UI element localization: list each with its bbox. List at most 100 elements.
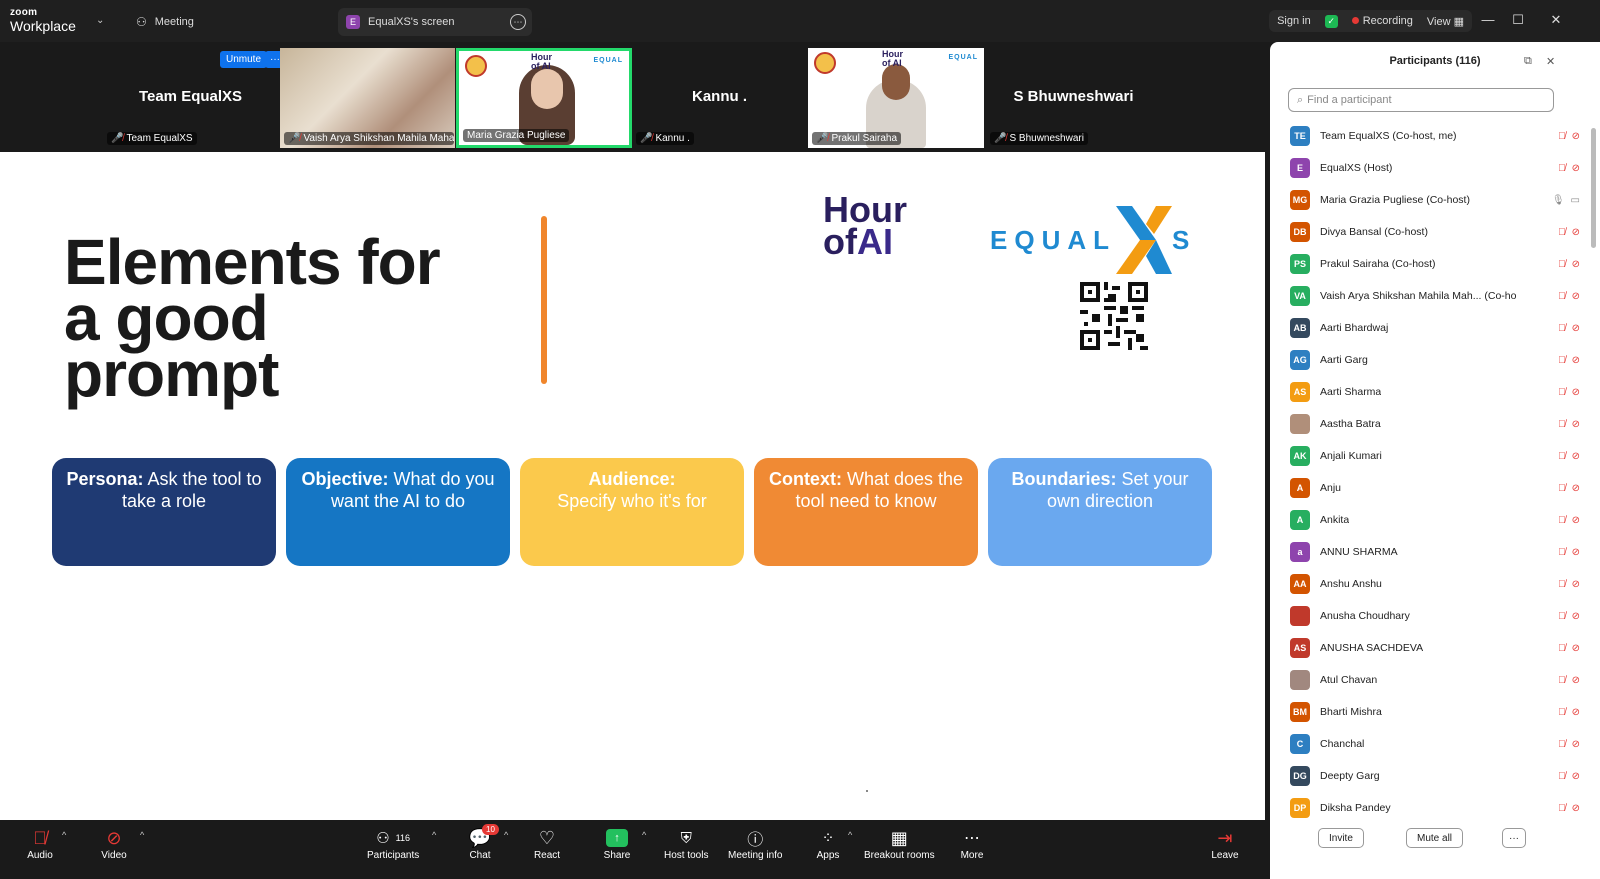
participant-status-icons: 🎙̸ ⊘ <box>1558 387 1580 398</box>
breakout-rooms-button[interactable]: ▦ Breakout rooms <box>864 826 935 862</box>
search-placeholder: Find a participant <box>1307 94 1392 106</box>
chat-badge: 10 <box>482 824 499 835</box>
shield-icon[interactable]: ✓ <box>1324 14 1338 28</box>
participants-caret-icon[interactable]: ^ <box>432 830 436 840</box>
chevron-down-icon[interactable]: ⌄ <box>96 15 104 26</box>
avatar: AK <box>1290 446 1310 466</box>
view-button[interactable]: View ▦ <box>1427 15 1464 28</box>
mic-off-icon: 🎙̸ <box>1558 322 1566 334</box>
participant-row[interactable]: AG Aarti Garg 🎙̸ ⊘ <box>1270 344 1600 376</box>
host-tools-button[interactable]: ⛨ Host tools <box>664 826 708 862</box>
apps-caret-icon[interactable]: ^ <box>848 830 852 840</box>
participant-row[interactable]: AK Anjali Kumari 🎙̸ ⊘ <box>1270 440 1600 472</box>
participants-button[interactable]: ⚇ 116 Participants <box>367 826 419 861</box>
panel-more-button[interactable]: ··· <box>1502 828 1526 848</box>
pop-out-icon[interactable]: ⧉ <box>1524 55 1532 68</box>
video-button[interactable]: ⊘ Video <box>100 826 128 862</box>
video-tile-vaish[interactable]: 🎤̸ Vaish Arya Shikshan Mahila Maha... <box>280 48 455 148</box>
audio-caret-icon[interactable]: ^ <box>62 830 66 840</box>
share-button[interactable]: ↑ Share <box>603 826 631 861</box>
participant-row[interactable]: A Anju 🎙̸ ⊘ <box>1270 472 1600 504</box>
participant-row[interactable]: DP Diksha Pandey 🎙̸ ⊘ <box>1270 792 1600 824</box>
participant-row[interactable]: A Ankita 🎙̸ ⊘ <box>1270 504 1600 536</box>
participants-icon: ⚇ 116 <box>376 830 411 847</box>
camera-off-icon: ⊘ <box>1571 546 1580 558</box>
tab-shared-screen[interactable]: E EqualXS's screen ⋯ <box>338 8 532 36</box>
audio-button[interactable]: 🎙̸ Audio <box>26 826 54 862</box>
scrollbar[interactable] <box>1591 128 1596 248</box>
mic-off-icon: 🎙̸ <box>1558 354 1566 366</box>
chat-caret-icon[interactable]: ^ <box>504 830 508 840</box>
video-tile-s-bhuwneshwari[interactable]: S Bhuwneshwari 🎤̸ S Bhuwneshwari <box>986 48 1161 148</box>
chat-icon: 💬 10 <box>466 824 499 850</box>
unmute-button[interactable]: Unmute <box>220 51 268 68</box>
participant-row[interactable]: VA Vaish Arya Shikshan Mahila Mah... (Co-… <box>1270 280 1600 312</box>
search-icon: ⌕ <box>1297 93 1304 106</box>
recording-indicator[interactable]: Recording <box>1351 15 1413 27</box>
camera-off-icon: ⊘ <box>1571 802 1580 814</box>
video-tile-maria[interactable]: Hour of AI EQUAL Maria Grazia Pugliese <box>456 48 632 148</box>
apps-button[interactable]: ⁘ Apps <box>814 826 842 861</box>
mini-hour-logo: Hour of AI <box>531 53 552 71</box>
chat-button[interactable]: 💬 10 Chat <box>466 824 499 861</box>
participant-row[interactable]: AS ANUSHA SACHDEVA 🎙̸ ⊘ <box>1270 632 1600 664</box>
participant-name: Bharti Mishra <box>1320 706 1382 718</box>
participant-row[interactable]: AA Anshu Anshu 🎙̸ ⊘ <box>1270 568 1600 600</box>
avatar: C <box>1290 734 1310 754</box>
brand-bottom: Workplace <box>10 18 76 34</box>
video-caret-icon[interactable]: ^ <box>140 830 144 840</box>
maximize-icon[interactable]: ☐ <box>1508 12 1528 28</box>
grid-icon: ▦ <box>1453 15 1464 28</box>
participant-status-icons: 🎙̸ ⊘ <box>1558 227 1580 238</box>
participant-row[interactable]: TE Team EqualXS (Co-host, me) 🎙̸ ⊘ <box>1270 120 1600 152</box>
mute-all-button[interactable]: Mute all <box>1406 828 1464 848</box>
seal-logo-icon <box>465 55 487 77</box>
video-tile-kannu[interactable]: Kannu . 🎤̸ Kannu . <box>632 48 807 148</box>
participant-row[interactable]: Atul Chavan 🎙̸ ⊘ <box>1270 664 1600 696</box>
participant-status-icons: 🎙̸ ⊘ <box>1558 259 1580 270</box>
close-icon[interactable]: ✕ <box>1546 55 1555 68</box>
search-participant-input[interactable]: ⌕ Find a participant <box>1288 88 1554 112</box>
participant-status-icons: 🎙̸ ⊘ <box>1558 163 1580 174</box>
tile-name: S Bhuwneshwari <box>1013 88 1134 105</box>
react-button[interactable]: ♡ React <box>533 826 561 862</box>
apps-icon: ⁘ <box>821 830 835 847</box>
participant-row[interactable]: DB Divya Bansal (Co-host) 🎙̸ ⊘ <box>1270 216 1600 248</box>
minimize-icon[interactable]: — <box>1478 12 1498 27</box>
leave-button[interactable]: ⇥ Leave <box>1211 826 1239 862</box>
invite-button[interactable]: Invite <box>1318 828 1364 848</box>
mini-equal-logo: EQUAL <box>948 54 978 61</box>
more-options-icon[interactable]: ⋯ <box>510 14 526 30</box>
participant-row[interactable]: Anusha Choudhary 🎙̸ ⊘ <box>1270 600 1600 632</box>
participant-row[interactable]: DG Deepty Garg 🎙̸ ⊘ <box>1270 760 1600 792</box>
meeting-info-button[interactable]: ⓘ Meeting info <box>728 826 782 861</box>
mic-off-icon: 🎙̸ <box>1558 674 1566 686</box>
more-icon: ⋯ <box>964 830 980 847</box>
participant-row[interactable]: AB Aarti Bhardwaj 🎙̸ ⊘ <box>1270 312 1600 344</box>
sign-in-button[interactable]: Sign in <box>1277 15 1311 27</box>
video-tile-prakul[interactable]: Hour of AI EQUAL 🎤̸ Prakul Sairaha <box>808 48 984 148</box>
participant-row[interactable]: E EqualXS (Host) 🎙̸ ⊘ <box>1270 152 1600 184</box>
avatar: BM <box>1290 702 1310 722</box>
share-caret-icon[interactable]: ^ <box>642 830 646 840</box>
participant-row[interactable]: a ANNU SHARMA 🎙̸ ⊘ <box>1270 536 1600 568</box>
participant-status-icons: 🎙̸ ⊘ <box>1558 131 1580 142</box>
zoom-logo[interactable]: zoom Workplace <box>10 8 76 34</box>
participant-row[interactable]: C Chanchal 🎙̸ ⊘ <box>1270 728 1600 760</box>
recording-label: Recording <box>1362 15 1413 27</box>
mic-off-icon: 🎤̸ <box>994 133 1007 144</box>
participant-row[interactable]: PS Prakul Sairaha (Co-host) 🎙̸ ⊘ <box>1270 248 1600 280</box>
participant-name: Aarti Garg <box>1320 354 1368 366</box>
participant-name: Prakul Sairaha (Co-host) <box>1320 258 1436 270</box>
participant-row[interactable]: MG Maria Grazia Pugliese (Co-host) 🎙 ▭ <box>1270 184 1600 216</box>
participant-status-icons: 🎙̸ ⊘ <box>1558 579 1580 590</box>
more-button[interactable]: ⋯ More <box>958 826 986 861</box>
tab-meeting[interactable]: ⚇ Meeting <box>128 8 202 36</box>
participant-row[interactable]: BM Bharti Mishra 🎙̸ ⊘ <box>1270 696 1600 728</box>
mini-hour-logo: Hour of AI <box>882 50 903 68</box>
participant-row[interactable]: Aastha Batra 🎙̸ ⊘ <box>1270 408 1600 440</box>
participant-row[interactable]: AS Aarti Sharma 🎙̸ ⊘ <box>1270 376 1600 408</box>
recording-dot-icon <box>1351 17 1359 24</box>
close-window-icon[interactable]: ✕ <box>1546 12 1566 28</box>
equal-logo-s: S <box>1172 224 1190 255</box>
